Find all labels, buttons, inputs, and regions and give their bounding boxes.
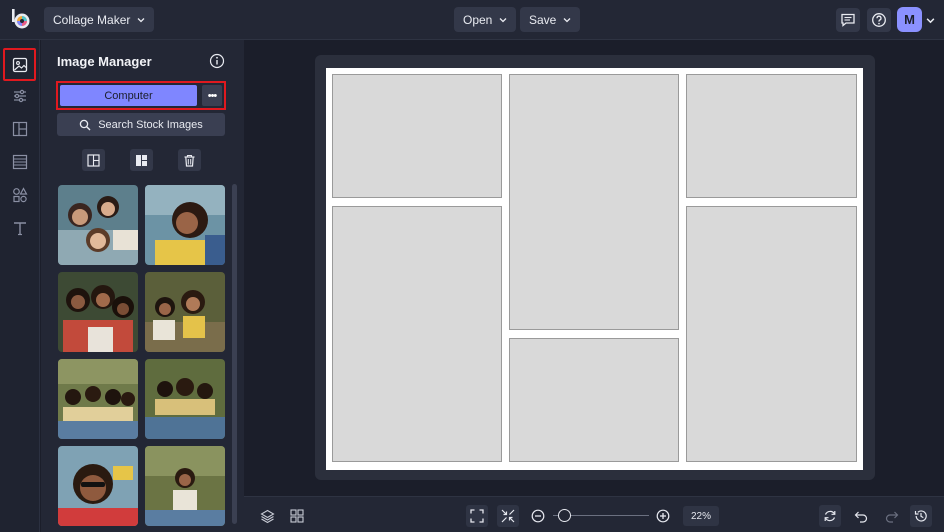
photo-woman-yellow-icon — [145, 185, 225, 265]
rail-item-adjustments[interactable] — [6, 82, 34, 110]
undo-button[interactable] — [850, 505, 872, 527]
chevron-down-icon — [137, 17, 145, 22]
zoom-out-icon[interactable] — [531, 509, 545, 523]
rail-item-layouts[interactable] — [6, 115, 34, 143]
collage-cell[interactable] — [332, 74, 502, 198]
photo-picnic-sitting-icon — [145, 272, 225, 352]
grid-view-button[interactable] — [286, 505, 308, 527]
rail-item-text[interactable] — [6, 214, 34, 242]
save-button[interactable]: Save — [520, 7, 581, 32]
avatar[interactable]: M — [897, 7, 922, 32]
rail-item-backgrounds[interactable] — [6, 148, 34, 176]
photo-woman-picnic-icon — [145, 446, 225, 526]
search-stock-label: Search Stock Images — [98, 118, 203, 131]
redo-icon — [885, 511, 899, 523]
auto-fill-button[interactable] — [130, 149, 153, 171]
help-icon — [872, 13, 886, 27]
tool-rail — [0, 40, 40, 532]
sliders-icon — [14, 89, 26, 103]
more-upload-options-button[interactable]: ••• — [202, 85, 222, 106]
add-to-layout-button[interactable] — [82, 149, 105, 171]
shrink-icon — [501, 509, 515, 523]
delete-images-button[interactable] — [178, 149, 201, 171]
refresh-icon — [824, 510, 836, 522]
photo-group-hugging-icon — [58, 272, 138, 352]
collage-cell[interactable] — [686, 74, 857, 198]
collage-cell[interactable] — [332, 206, 502, 462]
image-thumbnail[interactable] — [145, 446, 225, 526]
image-thumbnail[interactable] — [58, 272, 138, 352]
bottom-toolbar — [244, 496, 944, 532]
redo-button[interactable] — [881, 505, 903, 527]
chat-icon — [841, 13, 855, 27]
rail-item-images[interactable] — [3, 48, 36, 81]
app-menu-label: Collage Maker — [53, 12, 131, 27]
app-logo-icon[interactable] — [10, 8, 32, 30]
app-menu-button[interactable]: Collage Maker — [44, 7, 155, 32]
image-manager-panel: Image Manager Computer ••• Search Stock … — [41, 40, 244, 532]
shapes-icon — [13, 187, 28, 203]
layers-button[interactable] — [256, 505, 278, 527]
image-thumbnail[interactable] — [58, 359, 138, 439]
image-thumbnail[interactable] — [145, 185, 225, 265]
zoom-in-icon[interactable] — [656, 509, 670, 523]
zoom-slider-handle[interactable] — [558, 509, 572, 522]
image-icon — [12, 57, 27, 72]
panel-scrollbar[interactable] — [232, 184, 237, 524]
image-thumbnail[interactable] — [58, 185, 138, 265]
panel-title: Image Manager — [57, 54, 152, 69]
search-stock-images-button[interactable]: Search Stock Images — [57, 113, 225, 136]
chevron-down-icon[interactable] — [926, 16, 935, 25]
image-thumbnail[interactable] — [145, 272, 225, 352]
reset-button[interactable] — [819, 505, 841, 527]
zoom-level-display[interactable]: 22% — [683, 506, 719, 526]
undo-icon — [854, 511, 868, 523]
layers-icon — [259, 509, 275, 523]
collage-cell[interactable] — [509, 74, 679, 330]
layout-icon — [87, 153, 100, 167]
photo-group-outdoors-icon — [58, 359, 138, 439]
grid-fill-icon — [136, 154, 147, 166]
chevron-down-icon — [563, 17, 571, 22]
photo-friends-lying-icon — [58, 185, 138, 265]
expand-icon — [470, 509, 484, 523]
image-thumbnail[interactable] — [145, 359, 225, 439]
text-icon — [14, 222, 26, 236]
history-icon — [914, 510, 927, 522]
fit-to-screen-button[interactable] — [466, 505, 488, 527]
image-thumbnail[interactable] — [58, 446, 138, 526]
save-label: Save — [529, 12, 557, 27]
upload-computer-button[interactable]: Computer — [60, 85, 197, 106]
trash-icon — [184, 154, 195, 167]
layout-icon — [12, 121, 28, 137]
chevron-down-icon — [499, 17, 507, 22]
open-label: Open — [463, 12, 493, 27]
feedback-button[interactable] — [836, 8, 860, 32]
top-bar: Collage Maker Open Save M — [0, 0, 944, 40]
collage-cell[interactable] — [509, 338, 679, 462]
grid-icon — [290, 509, 304, 523]
collage-cell[interactable] — [686, 206, 857, 462]
actual-size-button[interactable] — [497, 505, 519, 527]
search-icon — [79, 119, 91, 130]
collage-board — [326, 68, 863, 470]
open-button[interactable]: Open — [454, 7, 517, 32]
upload-row: Computer ••• — [56, 81, 226, 110]
history-button[interactable] — [910, 505, 932, 527]
rail-item-graphics[interactable] — [6, 181, 34, 209]
help-button[interactable] — [867, 8, 891, 32]
photo-group-blanket-icon — [145, 359, 225, 439]
pattern-icon — [12, 154, 28, 170]
info-icon[interactable] — [209, 53, 225, 69]
photo-woman-sunglasses-icon — [58, 446, 138, 526]
